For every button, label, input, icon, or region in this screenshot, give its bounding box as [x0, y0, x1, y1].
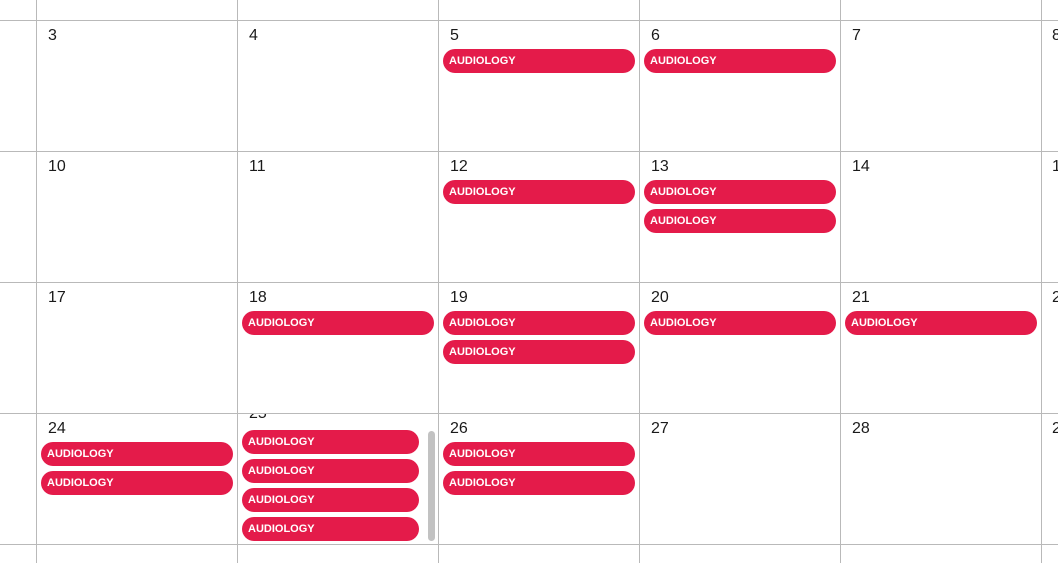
day-cell[interactable]: [439, 545, 639, 563]
event-audiology[interactable]: AUDIOLOGY: [443, 471, 635, 495]
day-cell[interactable]: [1042, 545, 1058, 563]
event-audiology[interactable]: AUDIOLOGY: [242, 459, 419, 483]
day-number: 2: [1052, 420, 1058, 437]
day-number: 20: [651, 289, 669, 306]
day-number: 12: [450, 158, 468, 175]
day-cell[interactable]: 13 AUDIOLOGY AUDIOLOGY: [640, 152, 840, 282]
event-audiology[interactable]: AUDIOLOGY: [41, 471, 233, 495]
day-cell[interactable]: 12 AUDIOLOGY: [439, 152, 639, 282]
day-number: 19: [450, 289, 468, 306]
day-cell[interactable]: 17: [37, 283, 237, 413]
day-cell[interactable]: [640, 545, 840, 563]
day-cell[interactable]: 26 AUDIOLOGY AUDIOLOGY: [439, 414, 639, 544]
day-cell[interactable]: 11: [238, 152, 438, 282]
day-number: 2: [1052, 289, 1058, 306]
day-number: 26: [450, 420, 468, 437]
day-number: 17: [48, 289, 66, 306]
event-audiology[interactable]: AUDIOLOGY: [443, 49, 635, 73]
event-audiology[interactable]: AUDIOLOGY: [644, 311, 836, 335]
day-number: 1: [1052, 158, 1058, 175]
day-cell[interactable]: 4: [238, 21, 438, 151]
day-number: 8: [1052, 27, 1058, 44]
day-number: 18: [249, 289, 267, 306]
day-number: 4: [249, 27, 258, 44]
day-cell[interactable]: 5 AUDIOLOGY: [439, 21, 639, 151]
day-number: 24: [48, 420, 66, 437]
day-cell[interactable]: [238, 545, 438, 563]
day-cell[interactable]: 1: [1042, 152, 1058, 282]
month-calendar-grid: 3 4 5 AUDIOLOGY 6 AUDIOLOGY 7 8 10 11 12 AUDIOLOGY 1…: [0, 0, 1058, 563]
event-audiology[interactable]: AUDIOLOGY: [644, 209, 836, 233]
day-cell[interactable]: 2: [1042, 283, 1058, 413]
event-audiology[interactable]: AUDIOLOGY: [443, 442, 635, 466]
day-number: 25: [249, 414, 267, 423]
day-cell[interactable]: 8: [1042, 21, 1058, 151]
event-audiology[interactable]: AUDIOLOGY: [443, 340, 635, 364]
day-cell[interactable]: [37, 545, 237, 563]
day-cell[interactable]: 19 AUDIOLOGY AUDIOLOGY: [439, 283, 639, 413]
event-audiology[interactable]: AUDIOLOGY: [845, 311, 1037, 335]
event-audiology[interactable]: AUDIOLOGY: [242, 311, 434, 335]
day-cell[interactable]: 28: [841, 414, 1041, 544]
day-cell[interactable]: 27: [640, 414, 840, 544]
event-audiology[interactable]: AUDIOLOGY: [443, 180, 635, 204]
day-cell[interactable]: 10: [37, 152, 237, 282]
day-number: 27: [651, 420, 669, 437]
day-cell[interactable]: 20 AUDIOLOGY: [640, 283, 840, 413]
event-audiology[interactable]: AUDIOLOGY: [242, 488, 419, 512]
day-cell[interactable]: [841, 545, 1041, 563]
day-number: 5: [450, 27, 459, 44]
day-scrollbar[interactable]: [428, 431, 435, 541]
day-number: 11: [249, 158, 266, 175]
day-cell[interactable]: 18 AUDIOLOGY: [238, 283, 438, 413]
event-audiology[interactable]: AUDIOLOGY: [644, 49, 836, 73]
day-number: 21: [852, 289, 870, 306]
day-cell[interactable]: 6 AUDIOLOGY: [640, 21, 840, 151]
day-cell[interactable]: 24 AUDIOLOGY AUDIOLOGY: [37, 414, 237, 544]
event-audiology[interactable]: AUDIOLOGY: [242, 517, 419, 541]
day-number: 6: [651, 27, 660, 44]
day-number: 14: [852, 158, 870, 175]
day-cell[interactable]: 3: [37, 21, 237, 151]
day-cell[interactable]: 7: [841, 21, 1041, 151]
day-cell[interactable]: 21 AUDIOLOGY: [841, 283, 1041, 413]
event-audiology[interactable]: AUDIOLOGY: [644, 180, 836, 204]
event-audiology[interactable]: AUDIOLOGY: [242, 430, 419, 454]
day-number: 10: [48, 158, 66, 175]
event-audiology[interactable]: AUDIOLOGY: [41, 442, 233, 466]
day-number: 7: [852, 27, 861, 44]
day-cell[interactable]: 14: [841, 152, 1041, 282]
event-audiology[interactable]: AUDIOLOGY: [443, 311, 635, 335]
day-number: 3: [48, 27, 57, 44]
day-cell[interactable]: 25 AUDIOLOGY AUDIOLOGY AUDIOLOGY AUDIOLOGY: [238, 414, 438, 544]
day-cell[interactable]: 2: [1042, 414, 1058, 544]
day-number: 28: [852, 420, 870, 437]
day-number: 13: [651, 158, 669, 175]
